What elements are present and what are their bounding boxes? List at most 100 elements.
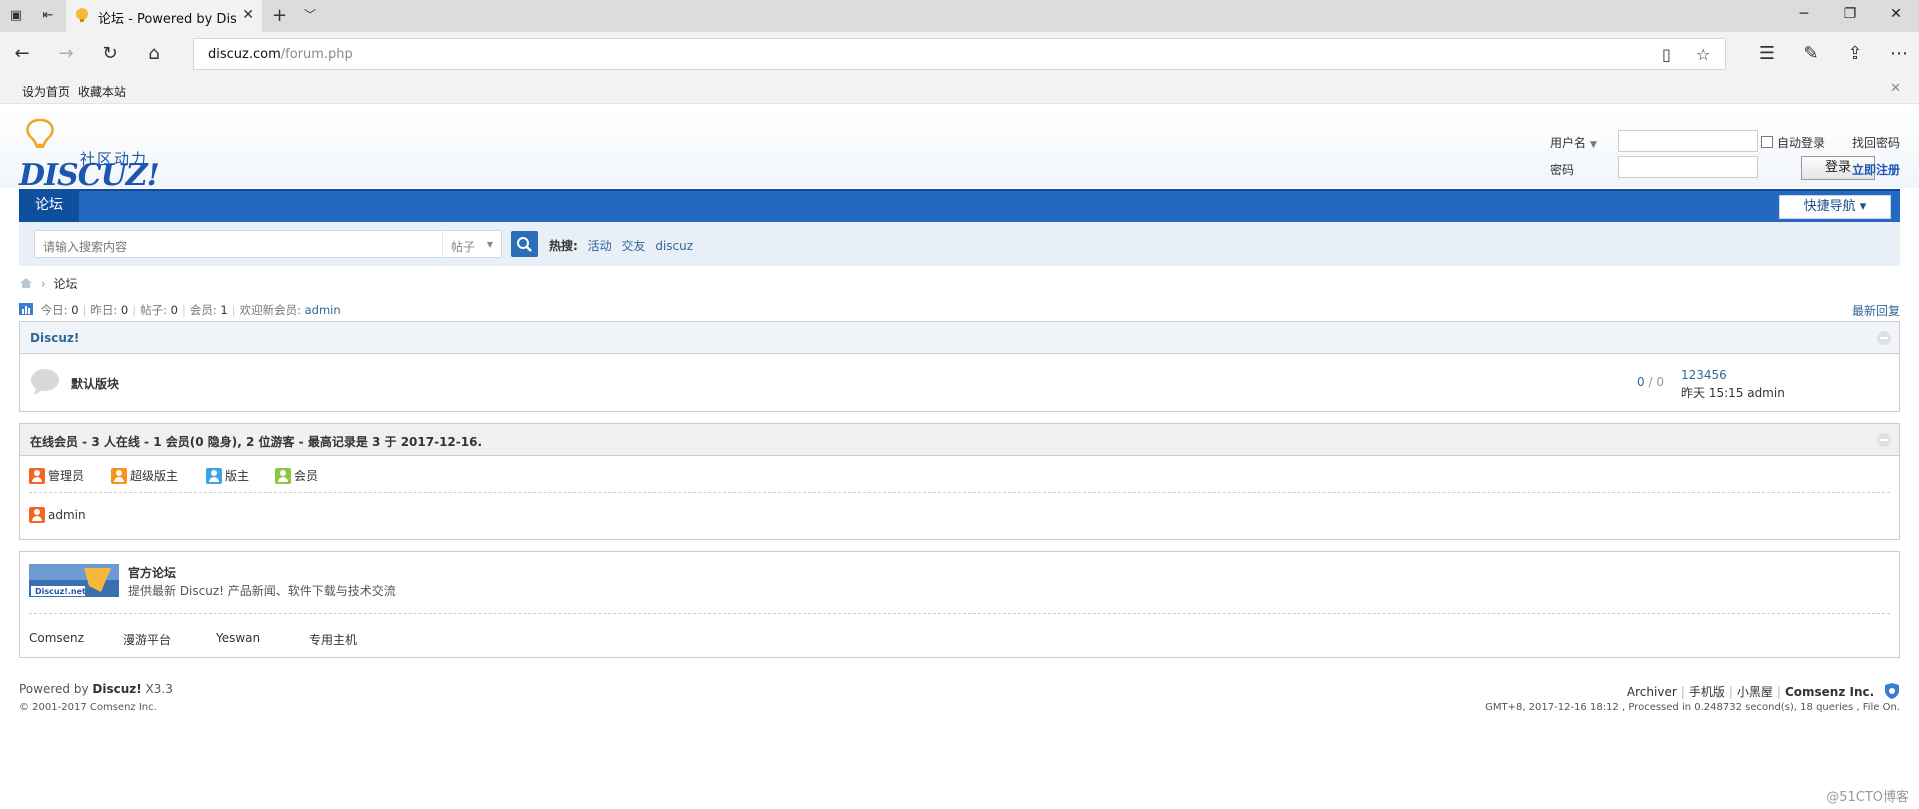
online-header: 在线会员 - 3 人在线 - 1 会员(0 隐身), 2 位游客 - 最高记录是… — [20, 424, 1899, 456]
tab-list-chevron-icon[interactable]: ﹀ — [304, 6, 316, 23]
member-user-icon — [275, 468, 291, 484]
minimize-icon[interactable]: ─ — [1794, 6, 1814, 22]
logo-brand: DISCUZ! — [19, 158, 160, 193]
collapse-icon[interactable] — [1877, 331, 1891, 345]
quick-nav-button[interactable]: 快捷导航 ▾ — [1779, 195, 1891, 219]
tab-actions-icon[interactable]: ▣ — [8, 8, 24, 24]
company-link[interactable]: Comsenz Inc. — [1785, 685, 1874, 699]
forum-last-post: 123456 昨天 15:15 admin — [1681, 366, 1785, 402]
login-form: 用户名 ▼ 自动登录 找回密码 密码 登录 立即注册 — [1550, 128, 1910, 184]
stats-chart-icon — [19, 303, 33, 315]
favorite-star-icon[interactable]: ☆ — [1696, 45, 1710, 64]
home-icon[interactable] — [19, 277, 33, 289]
main-nav: 论坛 快捷导航 ▾ — [19, 189, 1900, 222]
online-user-list: admin — [20, 493, 1899, 537]
more-icon[interactable]: ⋯ — [1888, 43, 1910, 65]
admin-user-icon — [29, 507, 45, 523]
online-title[interactable]: 在线会员 - 3 人在线 - 1 会员(0 隐身), 2 位游客 - 最高记录是… — [30, 433, 482, 450]
super-mod-user-icon — [111, 468, 127, 484]
blackroom-link[interactable]: 小黑屋 — [1737, 685, 1773, 699]
breadcrumb-sep: › — [40, 277, 46, 291]
auto-login-checkbox[interactable] — [1761, 136, 1773, 148]
search-type-value: 帖子 — [451, 240, 476, 254]
fav-set-homepage[interactable]: 设为首页 — [22, 83, 70, 100]
address-bar[interactable]: discuz.com/forum.php ▯ ☆ — [193, 38, 1726, 70]
online-legend: 管理员 超级版主 版主 会员 — [29, 456, 1890, 493]
window-close-icon[interactable]: ✕ — [1886, 6, 1906, 22]
nav-item-forum[interactable]: 论坛 — [19, 189, 79, 222]
legend-member: 会员 — [275, 467, 318, 484]
legend-admin: 管理员 — [29, 467, 84, 484]
search-type-select[interactable]: 帖子 ▼ — [442, 230, 502, 258]
breadcrumb: › 论坛 — [19, 275, 77, 292]
new-member-link[interactable]: admin — [305, 303, 341, 317]
collapse-icon[interactable] — [1877, 433, 1891, 447]
share-icon[interactable]: ⇪ — [1844, 43, 1866, 65]
hot-search-link[interactable]: discuz — [655, 239, 693, 253]
forgot-password-link[interactable]: 找回密码 — [1852, 134, 1900, 151]
username-input[interactable] — [1618, 130, 1758, 152]
search-input[interactable]: 请输入搜索内容 — [34, 230, 444, 258]
register-link[interactable]: 立即注册 — [1852, 161, 1900, 178]
hot-search-link[interactable]: 交友 — [621, 239, 645, 253]
forum-counts: 0 / 0 — [1637, 375, 1664, 389]
tab-title: 论坛 - Powered by Discuz! — [98, 12, 236, 27]
link-desc: 提供最新 Discuz! 产品新闻、软件下载与技术交流 — [128, 584, 396, 598]
back-icon[interactable]: ← — [11, 43, 33, 65]
breadcrumb-current: 论坛 — [53, 277, 78, 291]
restore-icon[interactable]: ❐ — [1840, 6, 1860, 22]
stat-today: 0 — [71, 303, 79, 317]
favbar-collapse-icon[interactable]: ✕ — [1890, 81, 1901, 96]
browser-tab-bar: ▣ ⇤ 论坛 - Powered by Discuz! ✕ + ﹀ ─ ❐ ✕ — [0, 0, 1919, 32]
chevron-down-icon: ▼ — [486, 240, 493, 249]
browser-tab-active[interactable]: 论坛 - Powered by Discuz! ✕ — [66, 0, 262, 32]
shield-icon[interactable] — [1884, 682, 1900, 700]
tab-close-icon[interactable]: ✕ — [242, 7, 254, 23]
web-note-icon[interactable]: ✎ — [1800, 43, 1822, 65]
stat-members: 1 — [220, 303, 228, 317]
friend-link[interactable]: 专用主机 — [309, 631, 357, 648]
hot-search: 热搜: 活动 交友 discuz — [549, 237, 693, 254]
username-label[interactable]: 用户名 ▼ — [1550, 134, 1597, 151]
online-user[interactable]: admin — [29, 507, 86, 523]
forum-name[interactable]: 默认版块 — [71, 375, 119, 392]
auto-login-label: 自动登录 — [1777, 136, 1826, 150]
latest-reply-link[interactable]: 最新回复 — [1852, 302, 1900, 319]
fav-bookmark-site[interactable]: 收藏本站 — [78, 83, 126, 100]
category-title[interactable]: Discuz! — [30, 331, 79, 345]
friend-link[interactable]: Yeswan — [216, 631, 260, 645]
favorites-bar: 设为首页 收藏本站 ✕ — [0, 76, 1919, 104]
discuz-favicon-icon — [76, 8, 88, 22]
discuz-net-banner[interactable]: Discuz!.net — [29, 564, 119, 597]
hot-search-link[interactable]: 活动 — [588, 239, 612, 253]
link-title[interactable]: 官方论坛 — [128, 564, 176, 581]
footer-info: GMT+8, 2017-12-16 18:12 , Processed in 0… — [1485, 702, 1900, 713]
favorites-hub-icon[interactable]: ☰ — [1756, 43, 1778, 65]
new-tab-icon[interactable]: + — [272, 5, 287, 26]
stat-yesterday: 0 — [120, 303, 129, 317]
powered-by: Powered by Discuz! X3.3 — [19, 682, 173, 696]
search-placeholder: 请输入搜索内容 — [43, 240, 128, 254]
svg-text:Discuz!.net: Discuz!.net — [35, 587, 86, 596]
reading-view-icon[interactable]: ▯ — [1662, 45, 1671, 64]
forward-icon[interactable]: → — [55, 43, 77, 65]
legend-mod: 版主 — [206, 467, 249, 484]
friend-link[interactable]: 漫游平台 — [123, 631, 171, 648]
divider — [29, 613, 1890, 614]
password-input[interactable] — [1618, 156, 1758, 178]
mobile-link[interactable]: 手机版 — [1689, 685, 1725, 699]
stat-posts: 0 — [170, 303, 178, 317]
category-box: Discuz! 默认版块 0 / 0 123456 昨天 15:15 admin — [19, 321, 1900, 412]
archiver-link[interactable]: Archiver — [1627, 685, 1677, 699]
search-button[interactable] — [511, 231, 538, 257]
home-icon[interactable]: ⌂ — [143, 43, 165, 65]
logo-bulb-icon — [26, 118, 54, 148]
url-text: discuz.com/forum.php — [208, 47, 353, 62]
set-tabs-aside-icon[interactable]: ⇤ — [40, 8, 56, 24]
refresh-icon[interactable]: ↻ — [99, 43, 121, 65]
site-logo[interactable]: 社区动力 DISCUZ! — [19, 116, 160, 193]
copyright: © 2001-2017 Comsenz Inc. — [19, 702, 157, 713]
friend-link[interactable]: Comsenz — [29, 631, 84, 645]
last-post-link[interactable]: 123456 — [1681, 368, 1727, 382]
online-box: 在线会员 - 3 人在线 - 1 会员(0 隐身), 2 位游客 - 最高记录是… — [19, 423, 1900, 540]
